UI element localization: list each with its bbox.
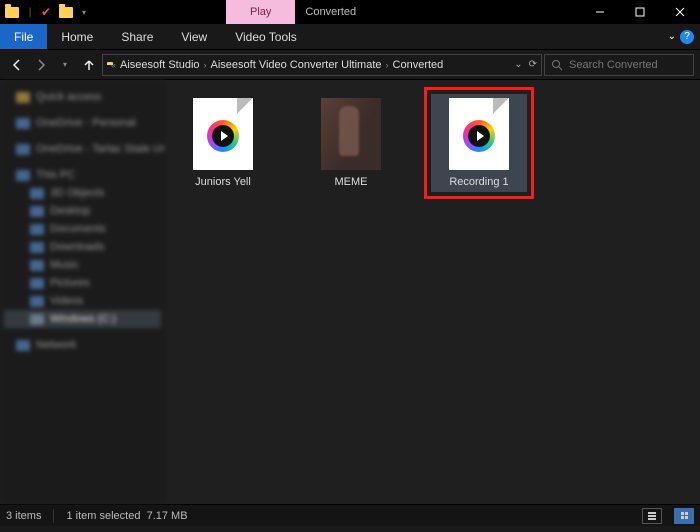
chevron-right-icon: › <box>204 60 207 70</box>
forward-button[interactable] <box>30 54 52 76</box>
tab-share[interactable]: Share <box>107 24 167 49</box>
maximize-button[interactable] <box>620 0 660 24</box>
folder-icon <box>30 224 44 235</box>
folder-icon <box>16 92 30 103</box>
nav-item[interactable]: OneDrive - Tarlac State Un <box>4 140 161 158</box>
folder-icon <box>30 296 44 307</box>
nav-item-label: OneDrive - Tarlac State Un <box>36 143 165 155</box>
chevron-right-icon: › <box>386 60 389 70</box>
recent-dropdown-icon[interactable]: ▾ <box>54 54 76 76</box>
breadcrumb-seg-0[interactable]: Aiseesoft Studio <box>120 59 200 71</box>
search-icon <box>551 59 563 71</box>
explorer-body: Quick access OneDrive - Personal OneDrive … <box>0 80 700 504</box>
nav-item[interactable]: Pictures <box>4 274 161 292</box>
refresh-icon[interactable]: ⟳ <box>529 59 537 70</box>
nav-item[interactable]: Network <box>4 336 161 354</box>
close-button[interactable] <box>660 0 700 24</box>
file-grid[interactable]: Juniors Yell MEME Recording 1 <box>165 80 700 504</box>
folder-icon <box>16 118 30 129</box>
navigation-pane[interactable]: Quick access OneDrive - Personal OneDrive … <box>0 80 165 504</box>
nav-item-label: Music <box>50 259 79 271</box>
status-bar: 3 items 1 item selected 7.17 MB <box>0 504 700 526</box>
address-dropdown-icon[interactable]: ⌄ <box>514 59 522 70</box>
photo-thumbnail <box>321 98 381 170</box>
qat-dropdown-icon[interactable]: ▾ <box>76 4 92 20</box>
folder-icon <box>30 260 44 271</box>
folder-icon <box>30 314 44 325</box>
tab-video-tools[interactable]: Video Tools <box>221 24 311 49</box>
file-label: Juniors Yell <box>195 176 251 188</box>
up-button[interactable] <box>78 54 100 76</box>
new-folder-icon[interactable] <box>58 4 74 20</box>
help-icon[interactable]: ? <box>680 30 694 44</box>
nav-item-label: Quick access <box>36 91 101 103</box>
file-item[interactable]: MEME <box>303 94 399 192</box>
ribbon-expand-icon[interactable]: ⌄ <box>668 31 676 42</box>
nav-item-label: Videos <box>50 295 83 307</box>
status-selection: 1 item selected 7.17 MB <box>66 510 187 522</box>
search-input[interactable]: Search Converted <box>544 54 694 76</box>
nav-item-label: This PC <box>36 169 75 181</box>
folder-icon <box>30 188 44 199</box>
breadcrumb-seg-2[interactable]: Converted <box>393 59 444 71</box>
titlebar: | ✔ ▾ Play Converted <box>0 0 700 24</box>
file-tab[interactable]: File <box>0 24 47 49</box>
breadcrumb[interactable]: « Aiseesoft Studio › Aiseesoft Video Con… <box>102 54 542 76</box>
nav-item-label: 3D Objects <box>50 187 104 199</box>
status-item-count: 3 items <box>6 510 41 522</box>
search-placeholder: Search Converted <box>569 59 658 71</box>
folder-icon <box>16 170 30 181</box>
nav-item-label: Pictures <box>50 277 90 289</box>
window-controls <box>580 0 700 24</box>
nav-item[interactable]: Music <box>4 256 161 274</box>
nav-item[interactable]: Downloads <box>4 238 161 256</box>
nav-item-label: Downloads <box>50 241 104 253</box>
nav-item-label: OneDrive - Personal <box>36 117 136 129</box>
folder-icon <box>30 278 44 289</box>
nav-item[interactable]: Desktop <box>4 202 161 220</box>
properties-icon[interactable]: ✔ <box>40 4 56 20</box>
file-label: Recording 1 <box>449 176 508 188</box>
tab-home[interactable]: Home <box>47 24 107 49</box>
divider <box>53 509 54 523</box>
pin-separator: | <box>22 4 38 20</box>
nav-item[interactable]: 3D Objects <box>4 184 161 202</box>
nav-item[interactable]: Windows (C:) <box>4 310 161 328</box>
folder-icon <box>4 4 20 20</box>
nav-item[interactable]: Quick access <box>4 88 161 106</box>
list-icon <box>648 512 656 520</box>
nav-item-label: Windows (C:) <box>50 313 116 325</box>
play-icon <box>207 120 239 152</box>
nav-item[interactable]: OneDrive - Personal <box>4 114 161 132</box>
address-bar: ▾ « Aiseesoft Studio › Aiseesoft Video C… <box>0 50 700 80</box>
icons-view-button[interactable] <box>674 508 694 524</box>
back-button[interactable] <box>6 54 28 76</box>
nav-item[interactable]: Documents <box>4 220 161 238</box>
file-label: MEME <box>335 176 368 188</box>
quick-access-toolbar: | ✔ ▾ <box>0 0 96 24</box>
grid-icon <box>681 512 688 519</box>
nav-item-label: Network <box>36 339 76 351</box>
nav-item-label: Documents <box>50 223 106 235</box>
nav-item[interactable]: Videos <box>4 292 161 310</box>
nav-item-label: Desktop <box>50 205 90 217</box>
minimize-button[interactable] <box>580 0 620 24</box>
file-item[interactable]: Juniors Yell <box>175 94 271 192</box>
tab-view[interactable]: View <box>167 24 221 49</box>
folder-icon <box>16 144 30 155</box>
contextual-tab-play[interactable]: Play <box>226 0 295 24</box>
video-file-icon <box>193 98 253 170</box>
play-icon <box>463 120 495 152</box>
file-item[interactable]: Recording 1 <box>431 94 527 192</box>
video-file-icon <box>449 98 509 170</box>
folder-icon <box>16 340 30 351</box>
ribbon: File Home Share View Video Tools ⌄ ? <box>0 24 700 50</box>
window-title: Converted <box>295 0 580 24</box>
folder-icon <box>30 242 44 253</box>
details-view-button[interactable] <box>642 508 662 524</box>
folder-icon <box>30 206 44 217</box>
nav-item[interactable]: This PC <box>4 166 161 184</box>
breadcrumb-seg-1[interactable]: Aiseesoft Video Converter Ultimate <box>211 59 382 71</box>
